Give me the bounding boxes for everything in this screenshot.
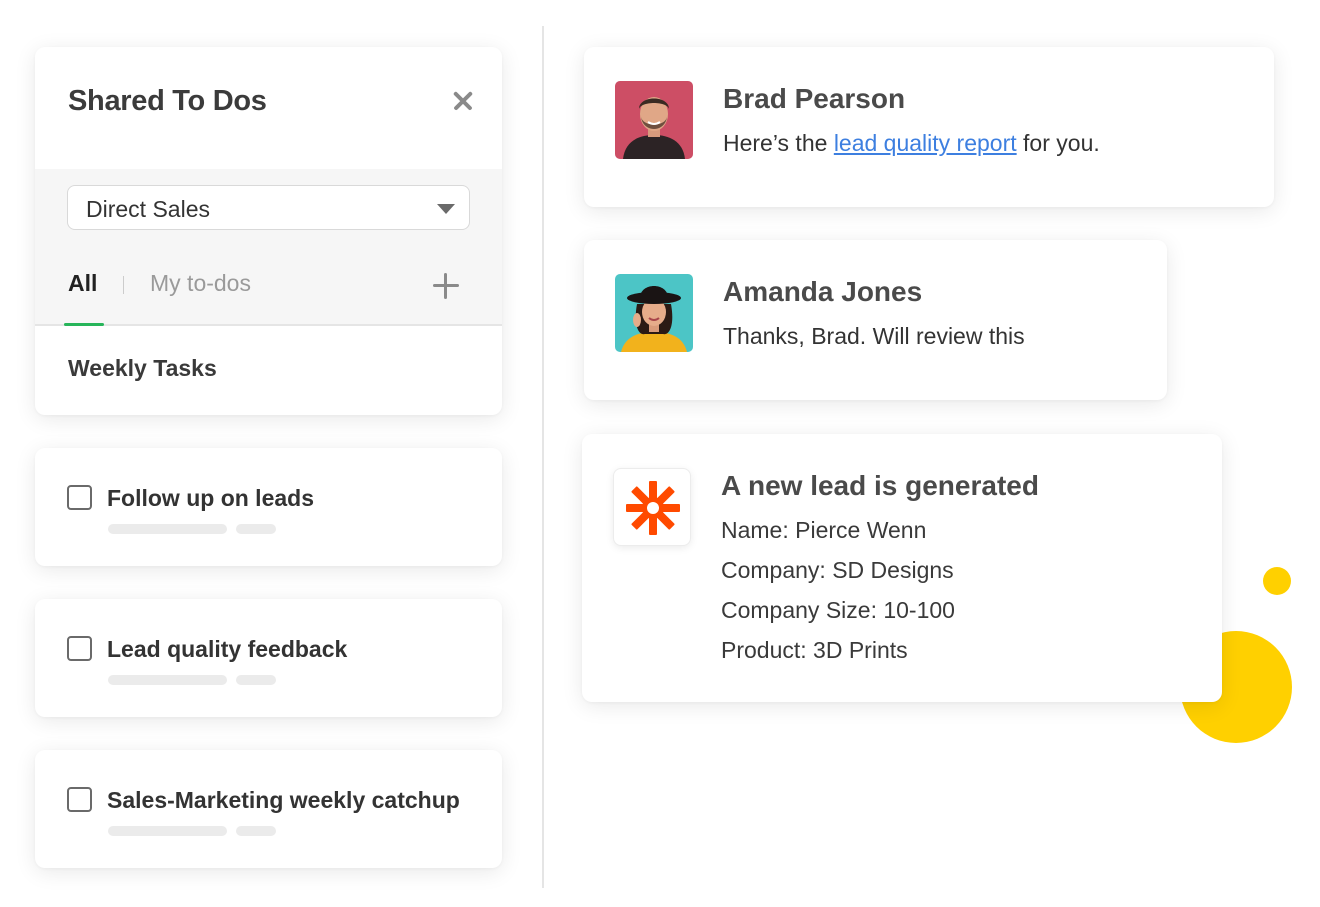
message-text-before: Here’s the: [723, 130, 834, 156]
placeholder-bar: [108, 675, 227, 685]
message-text: Here’s the lead quality report for you.: [723, 130, 1100, 157]
task-card: Sales-Marketing weekly catchup: [35, 750, 502, 868]
message-text: Thanks, Brad. Will review this: [723, 323, 1025, 349]
task-card: Lead quality feedback: [35, 599, 502, 717]
tab-all[interactable]: All: [68, 270, 97, 297]
decorative-dot: [1263, 567, 1291, 595]
lead-company: Company: SD Designs: [721, 557, 954, 583]
lead-notification-card: A new lead is generated Name: Pierce Wen…: [582, 434, 1222, 702]
message-card-brad: Brad Pearson Here’s the lead quality rep…: [584, 47, 1274, 207]
active-tab-indicator: [64, 323, 104, 326]
placeholder-bar: [236, 675, 276, 685]
message-text-after: for you.: [1016, 130, 1100, 156]
task-label[interactable]: Follow up on leads: [107, 485, 314, 512]
panel-title: Shared To Dos: [68, 85, 267, 117]
lead-title: A new lead is generated: [721, 470, 1039, 501]
lead-product: Product: 3D Prints: [721, 637, 908, 663]
placeholder-bar: [108, 524, 227, 534]
task-checkbox[interactable]: [67, 636, 92, 661]
shared-todos-panel: Shared To Dos Direct Sales All My to-dos…: [35, 47, 502, 415]
chevron-down-icon: [437, 204, 455, 214]
list-title: Weekly Tasks: [68, 355, 217, 381]
sender-name: Amanda Jones: [723, 276, 923, 307]
plus-icon[interactable]: [431, 271, 461, 301]
vertical-divider: [542, 26, 544, 888]
task-checkbox[interactable]: [67, 485, 92, 510]
placeholder-bar: [108, 826, 227, 836]
task-checkbox[interactable]: [67, 787, 92, 812]
project-select-value: Direct Sales: [86, 196, 210, 222]
zapier-icon: [613, 468, 691, 546]
filter-band: Direct Sales: [35, 169, 502, 246]
task-label[interactable]: Sales-Marketing weekly catchup: [107, 787, 460, 814]
placeholder-bar: [236, 524, 276, 534]
close-icon[interactable]: [445, 83, 481, 119]
lead-quality-report-link[interactable]: lead quality report: [834, 130, 1017, 156]
tab-separator: [123, 276, 124, 294]
task-label[interactable]: Lead quality feedback: [107, 636, 347, 663]
project-select[interactable]: Direct Sales: [67, 185, 470, 230]
message-card-amanda: Amanda Jones Thanks, Brad. Will review t…: [584, 240, 1167, 400]
lead-company-size: Company Size: 10-100: [721, 597, 955, 623]
woman-avatar: [615, 274, 693, 352]
sender-name: Brad Pearson: [723, 83, 906, 114]
task-card: Follow up on leads: [35, 448, 502, 566]
placeholder-bar: [236, 826, 276, 836]
tabs-row: All My to-dos: [35, 246, 502, 326]
lead-name: Name: Pierce Wenn: [721, 517, 927, 543]
panel-header: Shared To Dos: [35, 47, 502, 169]
tab-my-todos[interactable]: My to-dos: [150, 270, 251, 297]
man-avatar: [615, 81, 693, 159]
